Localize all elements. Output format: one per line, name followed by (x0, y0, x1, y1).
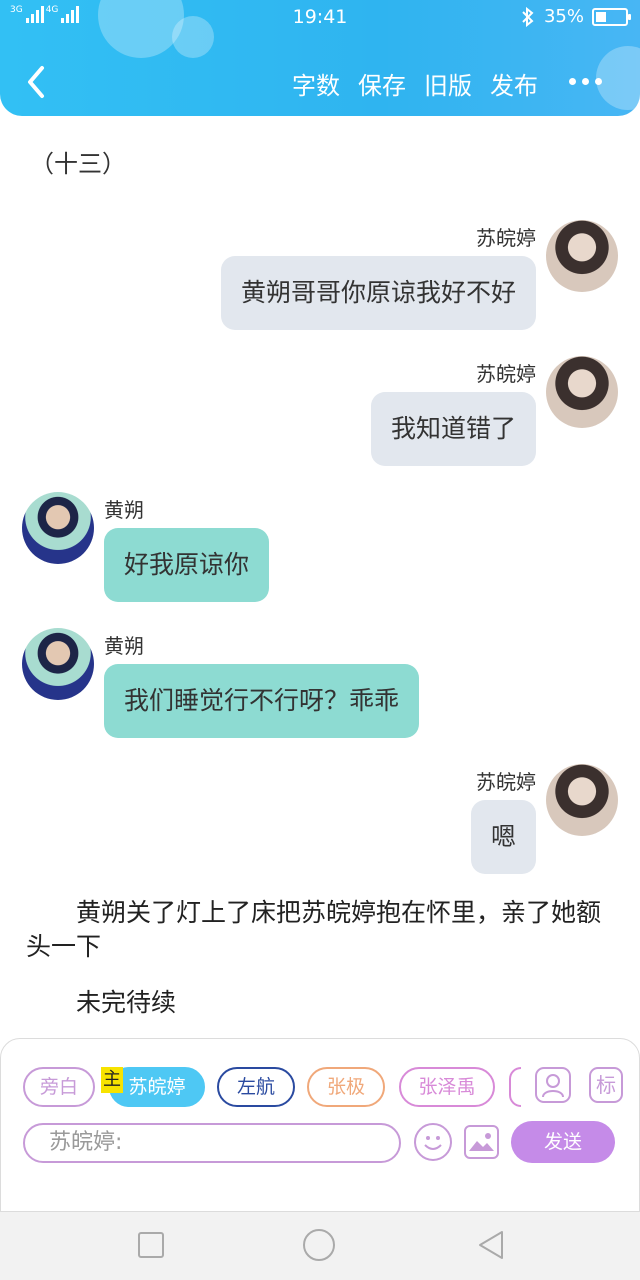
message-bubble[interactable]: 嗯 (470, 800, 536, 874)
character-chip[interactable]: 旁白 (23, 1067, 95, 1107)
character-chip[interactable]: 张泽禹 (399, 1067, 495, 1107)
avatar[interactable] (546, 764, 618, 836)
publish-button[interactable]: 发布 (490, 66, 538, 101)
story-content[interactable]: （十三） 苏皖婷 黄朔哥哥你原谅我好不好 苏皖婷 我知道错了 黄朔 好我原谅你 … (0, 116, 640, 1038)
emoji-icon[interactable] (414, 1123, 452, 1161)
tag-icon-label: 标 (596, 1073, 616, 1097)
send-button[interactable]: 发送 (511, 1121, 615, 1163)
speaker-name: 苏皖婷 (476, 770, 536, 794)
role-manage-icon[interactable] (535, 1067, 571, 1103)
home-icon[interactable] (302, 1228, 336, 1262)
character-chip[interactable]: 左航 (217, 1067, 295, 1107)
message-input[interactable]: 苏皖婷: (23, 1123, 401, 1163)
toolbar: 字数 保存 旧版 发布 (0, 56, 640, 108)
image-icon[interactable] (464, 1125, 499, 1159)
composer-panel: 旁白 主 苏皖婷 左航 张极 张泽禹 标 苏皖婷: 发送 (0, 1038, 640, 1212)
message-bubble[interactable]: 我们睡觉行不行呀？乖乖 (104, 664, 420, 738)
narration-paragraph[interactable]: 黄朔关了灯上了床把苏皖婷抱在怀里，亲了她额头一下 (26, 896, 616, 964)
app-header: 3G 4G 19:41 35% 字数 保存 旧版 发布 (0, 0, 640, 116)
character-chip[interactable]: 张极 (307, 1067, 385, 1107)
avatar[interactable] (546, 220, 618, 292)
avatar[interactable] (22, 492, 94, 564)
character-chip-selected[interactable]: 苏皖婷 (109, 1067, 205, 1107)
bluetooth-icon (522, 6, 534, 27)
word-count-button[interactable]: 字数 (292, 66, 340, 101)
avatar[interactable] (546, 356, 618, 428)
speaker-name: 苏皖婷 (476, 362, 536, 386)
more-dots-icon[interactable] (569, 78, 602, 85)
old-version-button[interactable]: 旧版 (424, 66, 472, 101)
recent-apps-icon[interactable] (136, 1230, 166, 1260)
status-right: 35% (520, 6, 631, 27)
save-button[interactable]: 保存 (358, 66, 406, 101)
message-bubble[interactable]: 黄朔哥哥你原谅我好不好 (220, 256, 536, 330)
speaker-name: 黄朔 (104, 498, 144, 522)
message-bubble[interactable]: 好我原谅你 (104, 528, 270, 602)
status-bar: 3G 4G 19:41 35% (0, 0, 640, 34)
chevron-left-icon[interactable] (22, 64, 52, 100)
avatar[interactable] (22, 628, 94, 700)
speaker-name: 黄朔 (104, 634, 144, 658)
back-icon[interactable] (474, 1228, 508, 1262)
speaker-name: 苏皖婷 (476, 226, 536, 250)
character-chip-partial[interactable] (509, 1067, 521, 1107)
battery-icon (592, 7, 631, 26)
chapter-title: （十三） (30, 150, 126, 178)
battery-fill (596, 11, 606, 22)
battery-percent: 35% (543, 6, 584, 27)
message-bubble[interactable]: 我知道错了 (370, 392, 536, 466)
tag-icon[interactable]: 标 (589, 1067, 623, 1103)
narration-paragraph[interactable]: 未完待续 (26, 986, 616, 1020)
toolbar-actions: 字数 保存 旧版 发布 (292, 66, 538, 101)
system-nav-bar (0, 1212, 640, 1280)
main-character-badge: 主 (101, 1067, 123, 1093)
